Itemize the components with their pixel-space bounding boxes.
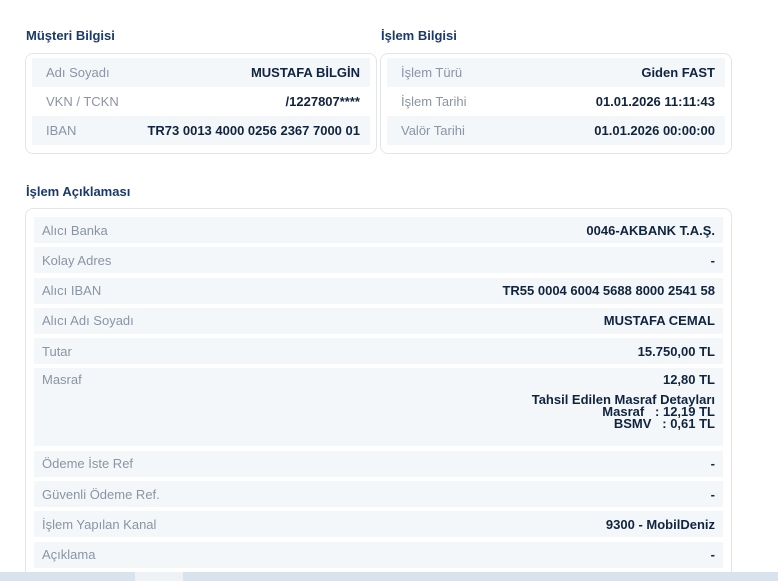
label: Adı Soyadı xyxy=(46,65,110,80)
row-aciklama: Açıklama - xyxy=(34,541,723,568)
row-kolay-adres: Kolay Adres - xyxy=(34,247,723,274)
fee-bsmv: BSMV : 0,61 TL xyxy=(613,416,715,432)
label: Açıklama xyxy=(42,547,96,563)
label: Alıcı IBAN xyxy=(42,283,102,299)
label: Valör Tarihi xyxy=(401,123,465,138)
islem-title: İşlem Bilgisi xyxy=(381,28,457,43)
label: Masraf xyxy=(42,372,82,388)
label: Tutar xyxy=(42,343,72,359)
aciklama-card: Alıcı Banka 0046-AKBANK T.A.Ş. Kolay Adr… xyxy=(25,208,732,581)
fee-details: Tahsil Edilen Masraf Detayları Masraf : … xyxy=(532,393,715,432)
label: İşlem Yapılan Kanal xyxy=(42,516,157,532)
label: Ödeme İste Ref xyxy=(42,456,134,472)
value: MUSTAFA CEMAL xyxy=(603,313,715,329)
label: İşlem Tarihi xyxy=(401,94,467,109)
value: TR55 0004 6004 5688 8000 2541 58 xyxy=(502,283,715,299)
aciklama-title: İşlem Açıklaması xyxy=(26,184,131,199)
value: MUSTAFA BİLGİN xyxy=(250,65,360,80)
label: Alıcı Adı Soyadı xyxy=(42,313,134,329)
row-islem-turu: İşlem Türü Giden FAST xyxy=(387,58,725,87)
row-islem-kanal: İşlem Yapılan Kanal 9300 - MobilDeniz xyxy=(34,511,723,538)
value: Giden FAST xyxy=(641,65,715,80)
scrollbar-thumb[interactable] xyxy=(135,572,183,581)
row-iban: IBAN TR73 0013 4000 0256 2367 7000 01 xyxy=(32,116,370,145)
value: 15.750,00 TL xyxy=(637,343,715,359)
row-alici-adi: Alıcı Adı Soyadı MUSTAFA CEMAL xyxy=(34,307,723,334)
row-islem-tarihi: İşlem Tarihi 01.01.2026 11:11:43 xyxy=(387,87,725,116)
row-alici-iban: Alıcı IBAN TR55 0004 6004 5688 8000 2541… xyxy=(34,277,723,304)
value: 0046-AKBANK T.A.Ş. xyxy=(586,222,715,238)
label: Alıcı Banka xyxy=(42,222,108,238)
value: - xyxy=(710,547,715,563)
value: - xyxy=(710,456,715,472)
bottom-scrollbar[interactable] xyxy=(0,572,778,581)
row-adi-soyadi: Adı Soyadı MUSTAFA BİLGİN xyxy=(32,58,370,87)
label: IBAN xyxy=(46,123,77,138)
row-tutar: Tutar 15.750,00 TL xyxy=(34,338,723,365)
row-alici-banka: Alıcı Banka 0046-AKBANK T.A.Ş. xyxy=(34,217,723,243)
musteri-title: Müşteri Bilgisi xyxy=(26,28,115,43)
value: TR73 0013 4000 0256 2367 7000 01 xyxy=(147,123,360,138)
value: - xyxy=(710,252,715,268)
value: - xyxy=(710,486,715,502)
row-valor-tarihi: Valör Tarihi 01.01.2026 00:00:00 xyxy=(387,116,725,145)
value: 01.01.2026 00:00:00 xyxy=(594,123,715,138)
label: Kolay Adres xyxy=(42,252,112,268)
value: /1227807**** xyxy=(285,94,360,109)
row-vkn: VKN / TCKN /1227807**** xyxy=(32,87,370,116)
value: 12,80 TL xyxy=(662,372,715,388)
row-masraf: Masraf 12,80 TL Tahsil Edilen Masraf Det… xyxy=(34,368,723,447)
label: İşlem Türü xyxy=(401,65,463,80)
value: 9300 - MobilDeniz xyxy=(605,516,715,532)
row-guvenli-odeme-ref: Güvenli Ödeme Ref. - xyxy=(34,481,723,508)
value: 01.01.2026 11:11:43 xyxy=(595,94,715,109)
masraf-values: 12,80 TL Tahsil Edilen Masraf Detayları … xyxy=(532,372,715,430)
musteri-card: Adı Soyadı MUSTAFA BİLGİN VKN / TCKN /12… xyxy=(25,53,377,154)
label: VKN / TCKN xyxy=(46,94,119,109)
islem-card: İşlem Türü Giden FAST İşlem Tarihi 01.01… xyxy=(380,53,732,154)
label: Güvenli Ödeme Ref. xyxy=(42,486,160,502)
row-odeme-iste-ref: Ödeme İste Ref - xyxy=(34,450,723,477)
